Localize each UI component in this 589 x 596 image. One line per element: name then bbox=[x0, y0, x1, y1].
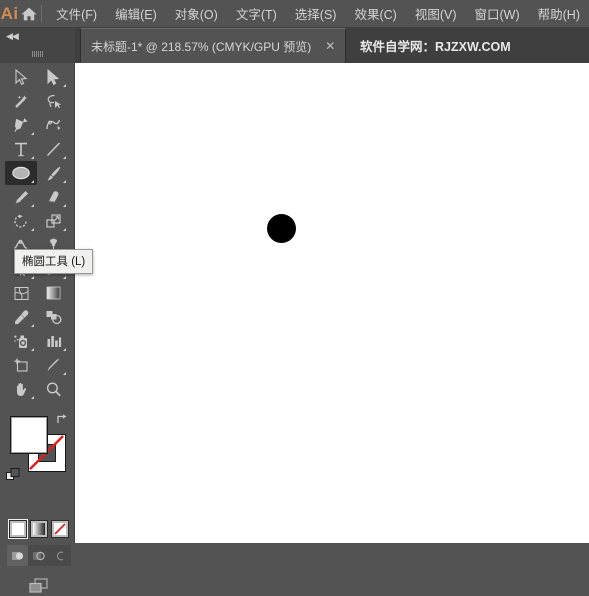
tools-panel: 椭圆工具 (L) bbox=[0, 63, 94, 593]
scale-tool[interactable] bbox=[37, 209, 69, 233]
flyout-indicator bbox=[63, 228, 66, 231]
menu-help[interactable]: 帮助(H) bbox=[529, 0, 589, 28]
rotate-tool[interactable] bbox=[5, 209, 37, 233]
home-icon[interactable] bbox=[19, 0, 38, 28]
artboard-tool[interactable] bbox=[5, 353, 37, 377]
zoom-tool[interactable] bbox=[37, 377, 69, 401]
brand-label-area: 软件自学网：RJZXW.COM bbox=[360, 28, 511, 63]
artboard-canvas[interactable] bbox=[75, 63, 589, 543]
flyout-indicator bbox=[63, 276, 66, 279]
draw-behind-button[interactable] bbox=[28, 545, 49, 566]
menu-type[interactable]: 文字(T) bbox=[227, 0, 286, 28]
menu-effect[interactable]: 效果(C) bbox=[345, 0, 405, 28]
menu-divider bbox=[40, 5, 42, 22]
eyedropper-tool[interactable] bbox=[5, 305, 37, 329]
illustrator-window: Ai 文件(F) 编辑(E) 对象(O) 文字(T) 选择(S) 效果(C) 视… bbox=[0, 0, 589, 593]
gradient-tool[interactable] bbox=[37, 281, 69, 305]
document-tab[interactable]: 未标题-1* @ 218.57% (CMYK/GPU 预览) ✕ bbox=[80, 28, 347, 63]
hand-tool[interactable] bbox=[5, 377, 37, 401]
flyout-indicator bbox=[31, 348, 34, 351]
flyout-indicator bbox=[63, 204, 66, 207]
menu-edit[interactable]: 编辑(E) bbox=[106, 0, 166, 28]
none-mode-button[interactable] bbox=[51, 520, 69, 538]
blend-tool[interactable] bbox=[37, 305, 69, 329]
slice-tool[interactable] bbox=[37, 353, 69, 377]
paintbrush-tool[interactable] bbox=[37, 161, 69, 185]
collapse-panel-button[interactable]: ◀◀ bbox=[0, 28, 75, 44]
pen-tool[interactable] bbox=[5, 113, 37, 137]
flyout-indicator bbox=[31, 396, 34, 399]
flyout-indicator bbox=[63, 372, 66, 375]
flyout-indicator bbox=[31, 132, 34, 135]
mesh-tool[interactable] bbox=[5, 281, 37, 305]
menu-object[interactable]: 对象(O) bbox=[166, 0, 227, 28]
flyout-indicator bbox=[31, 180, 34, 183]
ellipse-tool[interactable] bbox=[5, 161, 37, 185]
curvature-tool[interactable] bbox=[37, 113, 69, 137]
flyout-indicator bbox=[31, 204, 34, 207]
tool-tooltip: 椭圆工具 (L) bbox=[14, 249, 94, 274]
document-tab-title: 未标题-1* @ 218.57% (CMYK/GPU 预览) bbox=[91, 39, 312, 54]
direct-selection-tool[interactable] bbox=[37, 65, 69, 89]
document-tab-bar: ◀◀ 未标题-1* @ 218.57% (CMYK/GPU 预览) ✕ 软件自学… bbox=[0, 28, 589, 63]
flyout-indicator bbox=[63, 84, 66, 87]
menu-select[interactable]: 选择(S) bbox=[286, 0, 346, 28]
gradient-mode-button[interactable] bbox=[30, 520, 48, 538]
draw-inside-button[interactable] bbox=[49, 545, 70, 566]
double-chevron-left-icon: ◀◀ bbox=[6, 30, 19, 41]
flyout-indicator bbox=[31, 324, 34, 327]
ellipse-shape[interactable] bbox=[267, 214, 296, 243]
magic-wand-tool[interactable] bbox=[5, 89, 37, 113]
default-fill-stroke-icon[interactable] bbox=[6, 468, 20, 482]
flyout-indicator bbox=[31, 228, 34, 231]
line-segment-tool[interactable] bbox=[37, 137, 69, 161]
menu-window[interactable]: 窗口(W) bbox=[466, 0, 529, 28]
tool-grid bbox=[0, 63, 75, 401]
fill-color-swatch[interactable] bbox=[10, 416, 48, 454]
color-mode-button[interactable] bbox=[9, 520, 27, 538]
lasso-tool[interactable] bbox=[37, 89, 69, 113]
fill-mode-buttons bbox=[9, 520, 69, 540]
type-tool[interactable] bbox=[5, 137, 37, 161]
menu-bar: Ai 文件(F) 编辑(E) 对象(O) 文字(T) 选择(S) 效果(C) 视… bbox=[0, 0, 589, 28]
selection-tool[interactable] bbox=[5, 65, 37, 89]
flyout-indicator bbox=[63, 180, 66, 183]
menu-file[interactable]: 文件(F) bbox=[47, 0, 106, 28]
flyout-indicator bbox=[63, 348, 66, 351]
menu-view[interactable]: 视图(V) bbox=[406, 0, 466, 28]
flyout-indicator bbox=[31, 156, 34, 159]
draw-normal-button[interactable] bbox=[7, 545, 28, 566]
close-icon[interactable]: ✕ bbox=[325, 40, 335, 52]
eraser-tool[interactable] bbox=[37, 185, 69, 209]
shaper-tool[interactable] bbox=[5, 185, 37, 209]
brand-label: 软件自学网：RJZXW.COM bbox=[360, 40, 511, 54]
swap-arrow-icon[interactable] bbox=[54, 412, 68, 426]
column-graph-tool[interactable] bbox=[37, 329, 69, 353]
flyout-indicator bbox=[31, 276, 34, 279]
ai-logo: Ai bbox=[0, 3, 19, 23]
drawing-mode-buttons bbox=[7, 545, 71, 566]
flyout-indicator bbox=[63, 156, 66, 159]
panel-header-zone: ◀◀ bbox=[0, 28, 75, 63]
panel-drag-handle[interactable] bbox=[0, 44, 75, 63]
symbol-sprayer-tool[interactable] bbox=[5, 329, 37, 353]
change-screen-mode-button[interactable] bbox=[27, 576, 51, 596]
menu-item-list: 文件(F) 编辑(E) 对象(O) 文字(T) 选择(S) 效果(C) 视图(V… bbox=[47, 0, 589, 28]
color-controls bbox=[0, 408, 75, 593]
